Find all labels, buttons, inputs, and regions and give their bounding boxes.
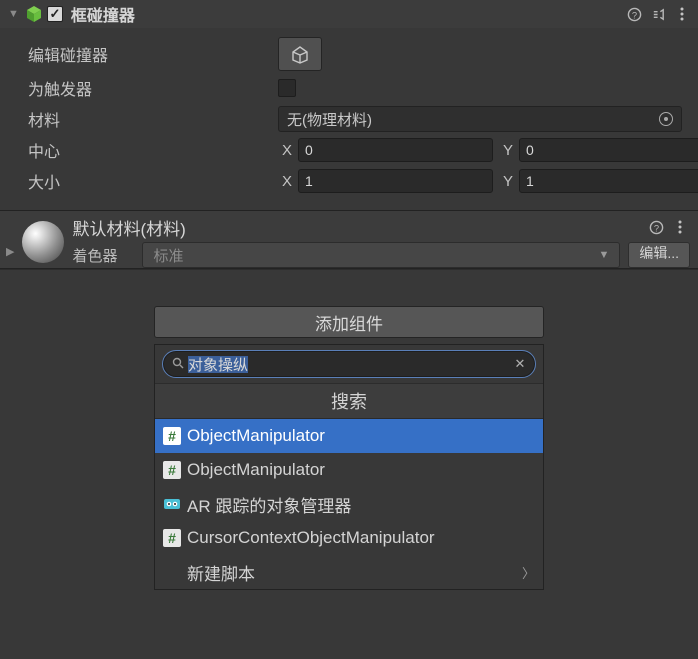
foldout-toggle[interactable]: ▼ — [6, 8, 21, 20]
axis-y-label: Y — [499, 142, 513, 159]
kebab-menu-icon[interactable] — [670, 217, 690, 237]
edit-collider-button[interactable] — [278, 37, 322, 71]
size-label: 大小 — [28, 169, 278, 193]
edit-shader-button[interactable]: 编辑... — [628, 242, 690, 268]
svg-text:?: ? — [631, 10, 636, 20]
preset-icon[interactable] — [648, 4, 668, 24]
box-collider-icon — [25, 5, 43, 23]
material-foldout[interactable]: ▶ — [6, 245, 14, 268]
kebab-menu-icon[interactable] — [672, 4, 692, 24]
axis-y-label: Y — [499, 173, 513, 190]
help-icon[interactable]: ? — [624, 4, 644, 24]
chevron-down-icon: ▼ — [598, 249, 609, 261]
material-label: 材料 — [28, 107, 278, 131]
component-header: ▼ ✓ 框碰撞器 ? — [0, 0, 698, 28]
material-header: ▶ 默认材料(材料) 着色器 标准 ▼ 编辑... ? — [0, 211, 698, 268]
material-component: ▶ 默认材料(材料) 着色器 标准 ▼ 编辑... ? — [0, 211, 698, 269]
component-body: 编辑碰撞器 为触发器 材料 无(物理材料) 中心 — [0, 28, 698, 210]
component-title: 框碰撞器 — [71, 2, 620, 26]
shader-label: 着色器 — [72, 245, 134, 266]
search-field[interactable]: ✕ — [163, 351, 535, 377]
search-result[interactable]: AR 跟踪的对象管理器 — [155, 487, 543, 521]
search-result-label: 新建脚本 — [187, 560, 255, 585]
add-component-button[interactable]: 添加组件 — [154, 306, 544, 338]
search-result[interactable]: # CursorContextObjectManipulator — [155, 521, 543, 555]
shader-dropdown[interactable]: 标准 ▼ — [142, 242, 620, 268]
physic-material-value: 无(物理材料) — [287, 109, 372, 130]
search-result-label: ObjectManipulator — [187, 460, 325, 480]
object-picker-icon[interactable] — [659, 112, 673, 126]
component-enabled-checkbox[interactable]: ✓ — [47, 6, 63, 22]
search-icon — [172, 357, 184, 372]
material-title: 默认材料(材料) — [72, 215, 690, 240]
physic-material-field[interactable]: 无(物理材料) — [278, 106, 682, 132]
csharp-script-icon: # — [163, 427, 181, 445]
popup-tab-label: 搜索 — [155, 384, 543, 419]
center-y-input[interactable] — [519, 138, 698, 162]
size-y-input[interactable] — [519, 169, 698, 193]
csharp-script-icon: # — [163, 461, 181, 479]
edit-collider-label: 编辑碰撞器 — [28, 42, 278, 66]
svg-text:?: ? — [653, 223, 658, 233]
search-result-label: CursorContextObjectManipulator — [187, 528, 435, 548]
center-label: 中心 — [28, 138, 278, 162]
help-icon[interactable]: ? — [646, 217, 666, 237]
shader-value: 标准 — [153, 245, 183, 266]
is-trigger-checkbox[interactable] — [278, 79, 296, 97]
axis-x-label: X — [278, 173, 292, 190]
search-results-list: # ObjectManipulator # ObjectManipulator AR 跟… — [155, 419, 543, 589]
search-result-label: AR 跟踪的对象管理器 — [187, 492, 351, 517]
search-result[interactable]: # ObjectManipulator — [155, 453, 543, 487]
search-result[interactable]: # ObjectManipulator — [155, 419, 543, 453]
clear-search-icon[interactable]: ✕ — [512, 356, 528, 372]
ar-icon — [163, 495, 181, 513]
add-component-popup: ✕ 搜索 # ObjectManipulator # ObjectManipulato… — [154, 344, 544, 590]
csharp-script-icon: # — [163, 529, 181, 547]
search-input[interactable] — [188, 356, 508, 373]
is-trigger-label: 为触发器 — [28, 76, 278, 100]
center-x-input[interactable] — [298, 138, 493, 162]
add-component-area: 添加组件 ✕ 搜索 # ObjectManipulator # ObjectManip… — [0, 269, 698, 590]
axis-x-label: X — [278, 142, 292, 159]
material-preview-sphere — [22, 221, 64, 263]
search-result[interactable]: 新建脚本 〉 — [155, 555, 543, 589]
search-result-label: ObjectManipulator — [187, 426, 325, 446]
chevron-right-icon: 〉 — [522, 563, 535, 582]
size-x-input[interactable] — [298, 169, 493, 193]
box-collider-component: ▼ ✓ 框碰撞器 ? 编辑碰撞器 为触发器 — [0, 0, 698, 211]
popup-search-row: ✕ — [155, 345, 543, 384]
